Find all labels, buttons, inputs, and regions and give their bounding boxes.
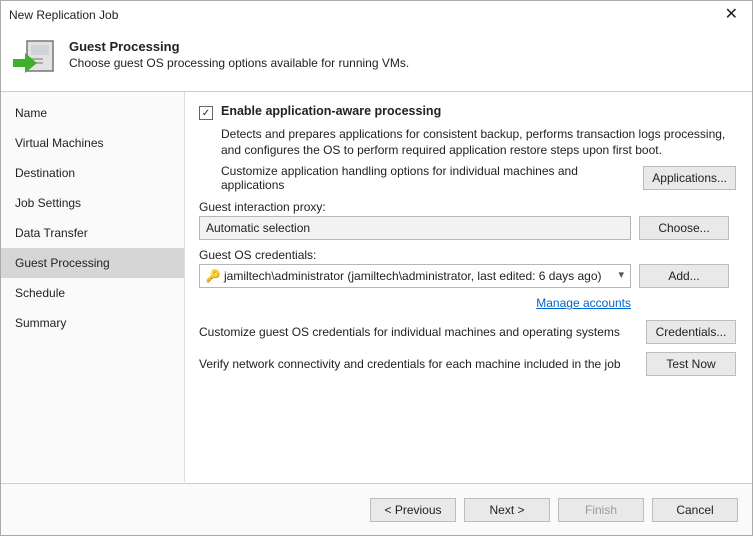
proxy-label: Guest interaction proxy: xyxy=(199,200,736,214)
sidebar-item-guest-processing[interactable]: Guest Processing xyxy=(1,248,184,278)
header-subtitle: Choose guest OS processing options avail… xyxy=(69,56,409,70)
previous-button[interactable]: < Previous xyxy=(370,498,456,522)
sidebar-item-schedule[interactable]: Schedule xyxy=(1,278,184,308)
customize-apps-text: Customize application handling options f… xyxy=(221,164,635,192)
enable-app-aware-checkbox[interactable] xyxy=(199,106,213,120)
choose-button[interactable]: Choose... xyxy=(639,216,729,240)
add-button[interactable]: Add... xyxy=(639,264,729,288)
sidebar-item-virtual-machines[interactable]: Virtual Machines xyxy=(1,128,184,158)
credentials-value: jamiltech\administrator (jamiltech\admin… xyxy=(224,269,602,283)
test-now-button[interactable]: Test Now xyxy=(646,352,736,376)
sidebar-item-data-transfer[interactable]: Data Transfer xyxy=(1,218,184,248)
sidebar-item-summary[interactable]: Summary xyxy=(1,308,184,338)
main-panel: Enable application-aware processing Dete… xyxy=(185,92,752,482)
finish-button: Finish xyxy=(558,498,644,522)
verify-text: Verify network connectivity and credenti… xyxy=(199,357,638,371)
sidebar-item-destination[interactable]: Destination xyxy=(1,158,184,188)
header-title: Guest Processing xyxy=(69,39,409,54)
enable-app-aware-label: Enable application-aware processing xyxy=(221,104,441,118)
wizard-footer: < Previous Next > Finish Cancel xyxy=(1,483,752,535)
key-icon: 🔑 xyxy=(206,269,220,283)
next-button[interactable]: Next > xyxy=(464,498,550,522)
titlebar: New Replication Job ✕ xyxy=(1,1,752,29)
window-title: New Replication Job xyxy=(9,8,719,22)
credentials-button[interactable]: Credentials... xyxy=(646,320,736,344)
close-icon[interactable]: ✕ xyxy=(719,7,744,23)
enable-app-aware-desc: Detects and prepares applications for co… xyxy=(221,126,736,158)
sidebar-item-name[interactable]: Name xyxy=(1,98,184,128)
wizard-header: Guest Processing Choose guest OS process… xyxy=(1,29,752,87)
chevron-down-icon: ▾ xyxy=(618,268,624,281)
guest-processing-icon xyxy=(11,35,59,83)
creds-label: Guest OS credentials: xyxy=(199,248,736,262)
sidebar-item-job-settings[interactable]: Job Settings xyxy=(1,188,184,218)
manage-accounts-link[interactable]: Manage accounts xyxy=(536,296,631,310)
wizard-sidebar: Name Virtual Machines Destination Job Se… xyxy=(1,92,185,482)
credentials-dropdown[interactable]: 🔑 jamiltech\administrator (jamiltech\adm… xyxy=(199,264,631,288)
proxy-field: Automatic selection xyxy=(199,216,631,240)
applications-button[interactable]: Applications... xyxy=(643,166,736,190)
cancel-button[interactable]: Cancel xyxy=(652,498,738,522)
customize-creds-text: Customize guest OS credentials for indiv… xyxy=(199,325,638,339)
